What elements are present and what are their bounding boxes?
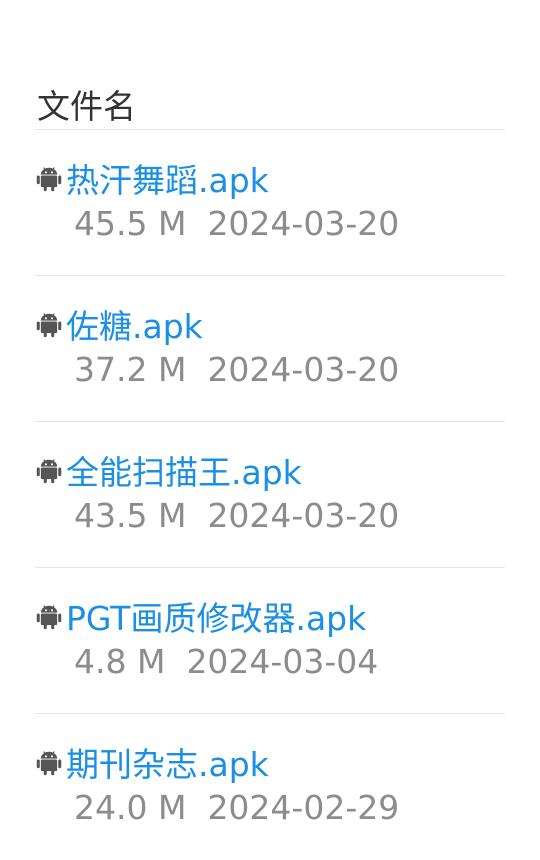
list-item[interactable]: 期刊杂志.apk 24.0 M 2024-02-29 [35, 714, 505, 860]
file-size: 24.0 M [74, 788, 187, 827]
file-name-link[interactable]: PGT画质修改器.apk [66, 592, 366, 640]
file-size: 37.2 M [74, 350, 187, 389]
file-meta: 43.5 M 2024-03-20 [74, 496, 399, 535]
file-date: 2024-03-20 [207, 496, 400, 535]
file-meta: 37.2 M 2024-03-20 [74, 350, 399, 389]
list-item[interactable]: 全能扫描王.apk 43.5 M 2024-03-20 [35, 422, 505, 568]
file-name-link[interactable]: 热汗舞蹈.apk [66, 154, 269, 202]
file-meta: 4.8 M 2024-03-04 [74, 642, 378, 681]
android-icon [36, 313, 62, 338]
android-icon [36, 605, 62, 630]
file-date: 2024-03-20 [207, 204, 400, 243]
file-list: 文件名 热汗舞蹈.apk 45.5 M 2024-03-20 佐糖.apk 37… [35, 78, 505, 860]
file-size: 4.8 M [74, 642, 166, 681]
list-header: 文件名 [35, 78, 505, 130]
file-date: 2024-03-20 [207, 350, 400, 389]
file-size: 43.5 M [74, 496, 187, 535]
file-name-link[interactable]: 佐糖.apk [66, 300, 203, 348]
file-date: 2024-03-04 [186, 642, 379, 681]
file-date: 2024-02-29 [207, 788, 400, 827]
android-icon [36, 751, 62, 776]
list-item[interactable]: PGT画质修改器.apk 4.8 M 2024-03-04 [35, 568, 505, 714]
list-item[interactable]: 热汗舞蹈.apk 45.5 M 2024-03-20 [35, 130, 505, 276]
file-name-link[interactable]: 全能扫描王.apk [66, 446, 302, 494]
file-meta: 24.0 M 2024-02-29 [74, 788, 399, 827]
column-label-filename: 文件名 [37, 86, 136, 126]
file-size: 45.5 M [74, 204, 187, 243]
list-item[interactable]: 佐糖.apk 37.2 M 2024-03-20 [35, 276, 505, 422]
file-meta: 45.5 M 2024-03-20 [74, 204, 399, 243]
android-icon [36, 459, 62, 484]
android-icon [36, 167, 62, 192]
file-name-link[interactable]: 期刊杂志.apk [66, 738, 269, 786]
